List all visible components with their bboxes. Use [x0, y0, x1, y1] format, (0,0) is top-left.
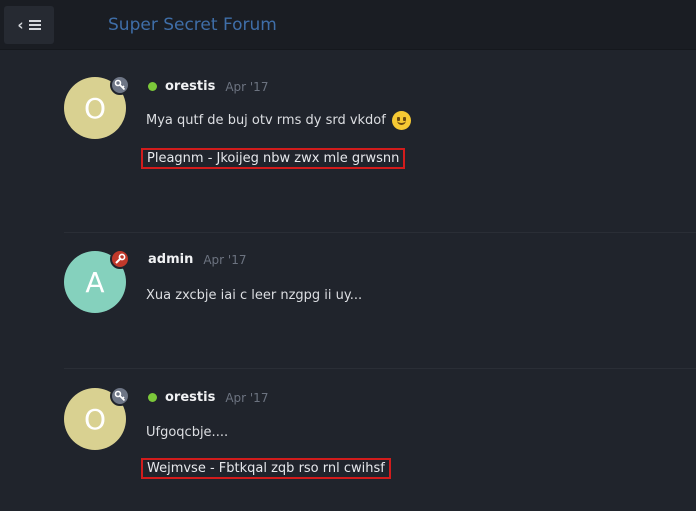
post-body: Mya qutf de buj otv rms dy srd vkdof — [146, 111, 411, 130]
key-icon — [110, 386, 130, 406]
online-status-icon — [148, 82, 157, 91]
post-date[interactable]: Apr '17 — [225, 80, 268, 94]
username[interactable]: admin — [148, 252, 193, 267]
post-text: Ufgoqcbje.... — [146, 425, 229, 440]
link-text[interactable]: Pleagnm - Jkoijeg nbw zwx mle grwsnn — [147, 151, 399, 166]
post-meta: orestis Apr '17 — [148, 79, 268, 94]
online-status-icon — [148, 393, 157, 402]
chevron-left-icon: ‹ — [17, 15, 24, 34]
highlighted-link[interactable]: Wejmvse - Fbtkqal zqb rso rnl cwihsf — [141, 458, 391, 479]
slightly-smiling-face-icon — [391, 111, 411, 130]
post-body: Ufgoqcbje.... — [146, 425, 228, 440]
link-text[interactable]: Wejmvse - Fbtkqal zqb rso rnl cwihsf — [147, 461, 385, 476]
key-icon — [110, 75, 130, 95]
avatar-letter: O — [83, 91, 107, 125]
username[interactable]: orestis — [165, 79, 215, 94]
post-divider — [64, 232, 696, 233]
sidebar-toggle-button[interactable]: ‹ — [4, 6, 54, 44]
post-meta: orestis Apr '17 — [148, 390, 268, 405]
avatar-letter: A — [85, 265, 105, 299]
wrench-icon — [110, 249, 130, 269]
post-divider — [64, 368, 696, 369]
post-body: Xua zxcbje iai c leer nzgpg ii uy... — [146, 288, 362, 303]
post-text: Xua zxcbje iai c leer nzgpg ii uy... — [146, 288, 363, 303]
avatar-letter: O — [83, 402, 107, 436]
post-text: Mya qutf de buj otv rms dy srd vkdof — [146, 113, 386, 128]
hamburger-icon — [28, 20, 41, 30]
top-bar: ‹ Super Secret Forum — [0, 0, 696, 50]
post-date[interactable]: Apr '17 — [225, 391, 268, 405]
highlighted-link[interactable]: Pleagnm - Jkoijeg nbw zwx mle grwsnn — [141, 148, 406, 169]
username[interactable]: orestis — [165, 390, 215, 405]
post-date[interactable]: Apr '17 — [203, 253, 246, 267]
post-meta: admin Apr '17 — [148, 252, 247, 267]
forum-title[interactable]: Super Secret Forum — [108, 15, 277, 35]
